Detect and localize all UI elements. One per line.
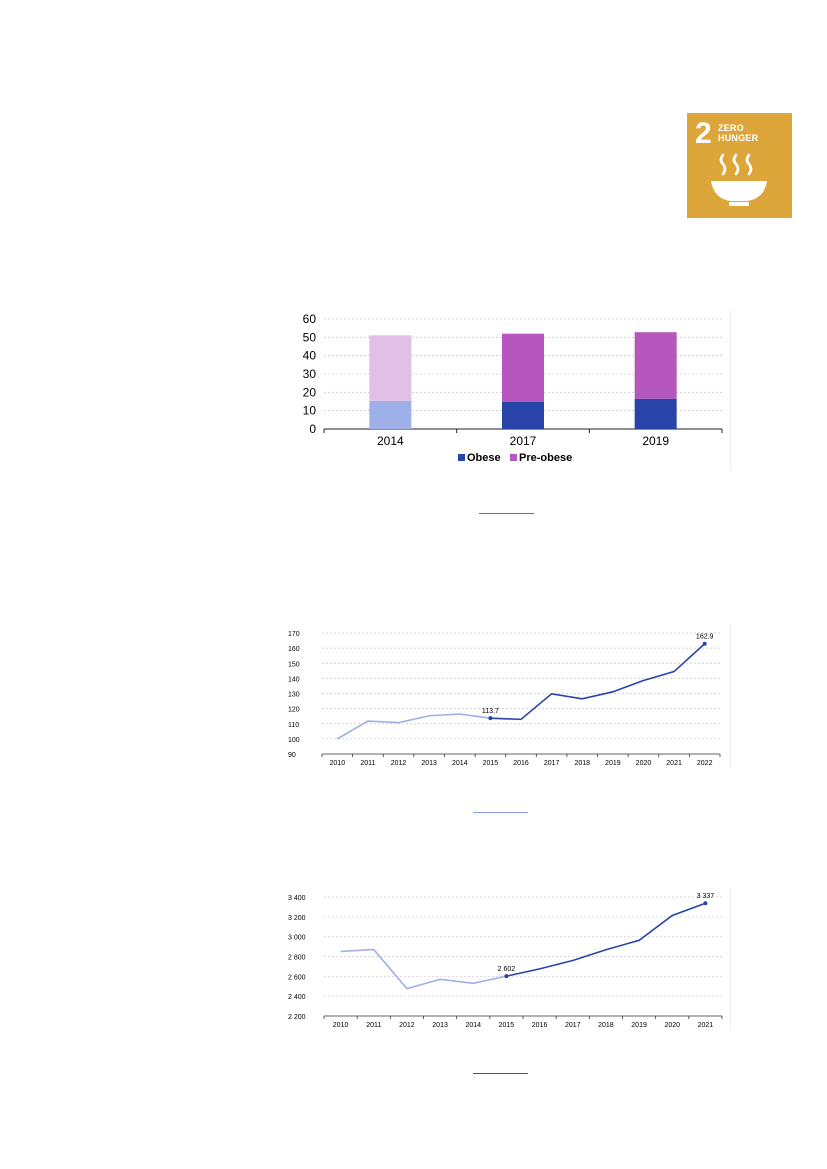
bar-segment-pre-obese [369,335,412,401]
legend-label: Pre-obese [519,452,572,464]
y-tick-label: 170 [288,631,300,638]
series-line-recent [506,902,706,977]
y-tick-label: 20 [303,385,317,399]
x-tick-label: 2013 [432,1022,448,1029]
y-tick-label: 50 [303,330,317,344]
bar-segment-obese [369,400,412,429]
x-tick-label: 2021 [698,1022,714,1029]
data-label: 3 337 [697,893,715,900]
supply-chart-svg: 2 200 2 400 2 600 2 800 3 000 3 200 3 400 2010 2… [288,893,723,1029]
data-label: 162.9 [696,634,714,641]
x-tick-label: 2016 [513,760,529,767]
x-tick-label: 2013 [421,760,437,767]
bar-segment-obese [634,398,677,429]
data-point-marker [702,641,707,646]
x-tick-label: 2020 [636,760,652,767]
y-tick-label: 40 [303,349,317,363]
data-label: 113.7 [482,708,499,715]
y-tick-label: 10 [303,404,317,418]
index-line-chart: 90 100 110 120 130 140 150 160 170 2010 2011 2012 20… [280,624,731,769]
y-tick-label: 100 [288,737,300,744]
y-tick-label: 130 [288,692,300,699]
x-tick-label: 2012 [399,1022,415,1029]
series-line-early [340,948,507,990]
chart2-source-link[interactable] [473,812,528,813]
y-tick-label: 3 400 [288,895,306,902]
x-tick-label: 2010 [330,760,346,767]
data-label: 2 602 [498,966,516,973]
y-tick-label: 2 600 [288,974,306,981]
supply-line-chart: 2 200 2 400 2 600 2 800 3 000 3 200 3 400 2010 2… [280,888,731,1030]
sdg-goal-2-badge: 2 ZERO HUNGER [687,113,792,218]
x-tick-label: 2015 [483,760,499,767]
obesity-chart-svg: 0 10 20 30 40 50 60 2014 2017 2019 Obese Pre-obese [303,312,723,464]
x-tick-label: 2019 [631,1022,647,1029]
y-tick-label: 160 [288,646,300,653]
y-tick-label: 3 000 [288,935,306,942]
x-tick-label: 2014 [377,434,404,448]
chart1-source-link[interactable] [479,513,534,514]
x-tick-label: 2019 [605,760,621,767]
bar-segment-obese [502,401,544,429]
data-point-marker [504,974,509,979]
bar-segment-pre-obese [502,333,544,402]
x-tick-label: 2011 [360,760,375,767]
y-tick-label: 110 [288,722,299,729]
legend-swatch [510,454,517,461]
legend-swatch [458,454,465,461]
x-tick-label: 2012 [391,760,407,767]
bar-segment-pre-obese [634,332,677,399]
y-tick-label: 140 [288,676,300,683]
y-tick-label: 150 [288,661,300,668]
series-line-recent [490,643,706,721]
x-tick-label: 2017 [544,760,560,767]
x-tick-label: 2010 [333,1022,349,1029]
sdg-number: 2 [695,117,712,150]
x-tick-label: 2016 [532,1022,548,1029]
x-tick-label: 2019 [642,434,669,448]
x-tick-label: 2014 [465,1022,481,1029]
data-point-marker [488,716,493,721]
y-tick-label: 90 [288,752,296,759]
y-tick-label: 60 [303,312,317,326]
bowl-icon [711,153,767,206]
x-tick-label: 2014 [452,760,468,767]
x-tick-label: 2017 [565,1022,581,1029]
x-tick-label: 2021 [666,760,682,767]
y-tick-label: 3 200 [288,915,306,922]
x-tick-label: 2015 [499,1022,515,1029]
index-chart-svg: 90 100 110 120 130 140 150 160 170 2010 2011 2012 20… [288,631,721,767]
x-tick-label: 2018 [574,760,590,767]
x-tick-label: 2011 [366,1022,381,1029]
x-tick-label: 2018 [598,1022,614,1029]
legend-label: Obese [467,452,501,464]
data-point-marker [703,901,708,906]
y-tick-label: 120 [288,707,300,714]
x-tick-label: 2022 [697,760,713,767]
x-tick-label: 2017 [510,434,537,448]
series-line-early [336,713,491,740]
y-tick-label: 30 [303,367,317,381]
y-tick-label: 2 800 [288,955,306,962]
chart3-source-link[interactable] [473,1073,528,1074]
sdg-title: ZERO HUNGER [718,123,759,143]
y-tick-label: 0 [309,422,316,436]
y-tick-label: 2 400 [288,994,306,1001]
y-tick-label: 2 200 [288,1014,306,1021]
obesity-stacked-bar-chart: 0 10 20 30 40 50 60 2014 2017 2019 Obese Pre-obese [280,309,731,471]
x-tick-label: 2020 [664,1022,680,1029]
